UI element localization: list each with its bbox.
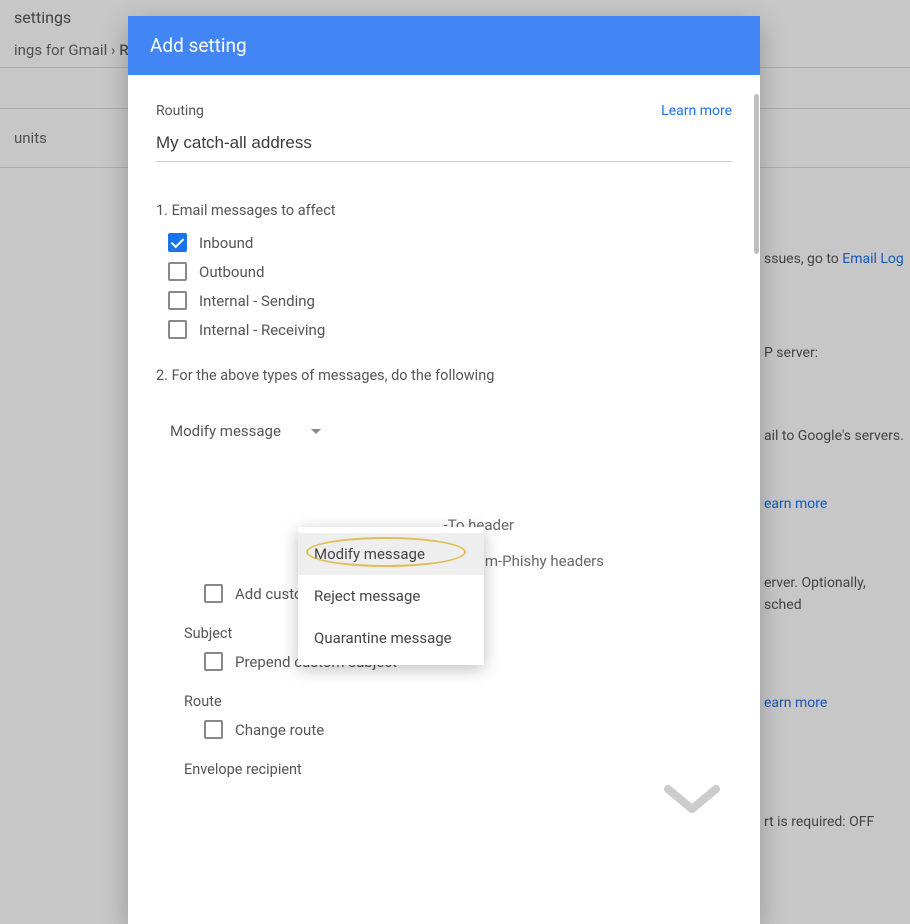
checkbox-icon — [204, 652, 223, 671]
text-fragment: rt is required: OFF — [760, 803, 910, 841]
section-1-title: 1. Email messages to affect — [156, 202, 732, 219]
checkbox-outbound[interactable]: Outbound — [168, 262, 732, 281]
envelope-group-label: Envelope recipient — [184, 761, 732, 778]
menu-item-label: Reject message — [314, 587, 420, 605]
checkbox-inbound[interactable]: Inbound — [168, 233, 732, 252]
chevron-down-icon — [311, 429, 321, 434]
breadcrumb-sep: › — [111, 41, 116, 59]
text-fragment: ail to Google's servers. — [760, 417, 910, 455]
menu-item-label: Quarantine message — [314, 629, 452, 647]
checkbox-icon — [204, 584, 223, 603]
email-log-link[interactable]: Email Log — [842, 251, 904, 267]
checkbox-label: Internal - Receiving — [199, 321, 325, 339]
checkbox-icon — [168, 291, 187, 310]
text-fragment: ssues, go to — [764, 251, 842, 267]
checkbox-internal-sending[interactable]: Internal - Sending — [168, 291, 732, 310]
dropdown-selected-label: Modify message — [170, 422, 281, 440]
checkbox-internal-receiving[interactable]: Internal - Receiving — [168, 320, 732, 339]
learn-more-link[interactable]: earn more — [764, 496, 827, 512]
menu-item-quarantine-message[interactable]: Quarantine message — [298, 617, 484, 659]
menu-item-modify-message[interactable]: Modify message — [298, 533, 484, 575]
add-setting-modal: Add setting Routing Learn more 1. Email … — [128, 16, 760, 924]
routing-label: Routing — [156, 103, 204, 119]
action-dropdown[interactable]: Modify message — [168, 416, 323, 446]
checkbox-change-route[interactable]: Change route — [204, 720, 732, 739]
menu-item-reject-message[interactable]: Reject message — [298, 575, 484, 617]
setting-name-input[interactable] — [156, 129, 732, 162]
checkbox-label: Internal - Sending — [199, 292, 315, 310]
checkbox-label: Change route — [235, 721, 324, 739]
action-dropdown-menu: Modify message Reject message Quarantine… — [298, 527, 484, 665]
menu-item-label: Modify message — [314, 545, 425, 563]
checkbox-label: Outbound — [199, 263, 265, 281]
breadcrumb-part: ings for Gmail — [14, 41, 107, 59]
section-2-title: 2. For the above types of messages, do t… — [156, 367, 732, 384]
checkbox-icon — [204, 720, 223, 739]
learn-more-link[interactable]: Learn more — [661, 103, 732, 119]
modal-title: Add setting — [128, 16, 760, 75]
checkbox-icon — [168, 262, 187, 281]
learn-more-link[interactable]: earn more — [764, 695, 827, 711]
chevron-down-icon — [664, 785, 720, 823]
text-fragment: P server: — [760, 334, 910, 372]
right-panel-fragments: ssues, go to Email Log P server: ail to … — [760, 240, 910, 841]
route-group-label: Route — [184, 693, 732, 710]
text-fragment: erver. Optionally, sched — [760, 564, 910, 625]
checkbox-icon — [168, 320, 187, 339]
modal-body: Routing Learn more 1. Email messages to … — [128, 75, 760, 924]
checkbox-icon — [168, 233, 187, 252]
checkbox-label: Inbound — [199, 234, 253, 252]
